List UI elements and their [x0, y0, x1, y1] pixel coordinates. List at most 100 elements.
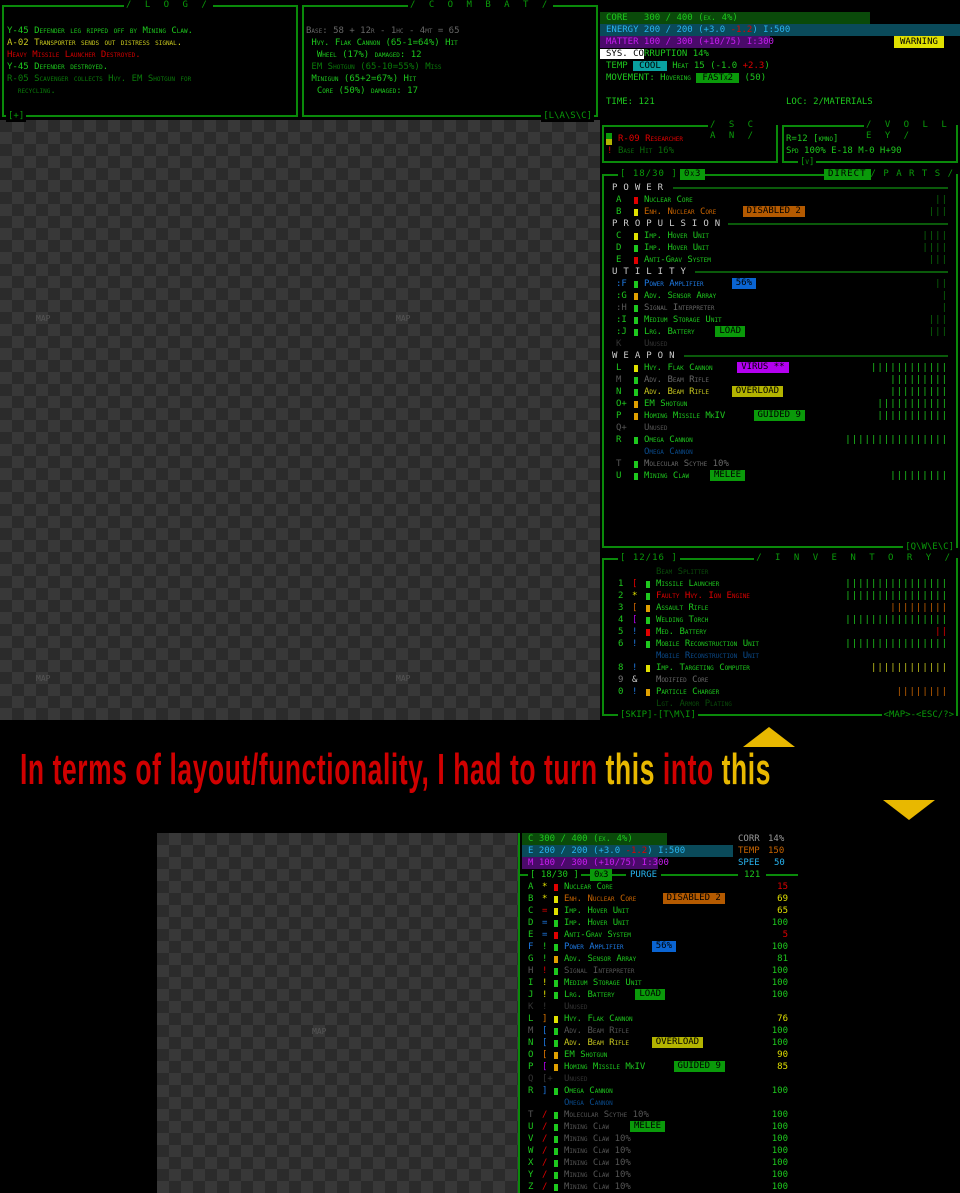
time-readout: TIME: 121 [606, 97, 655, 107]
list-item[interactable]: P [Homing Missile MkIV GUIDED 9 85 [520, 1061, 800, 1073]
list-item[interactable]: Q [+ Unused [520, 1073, 800, 1085]
item-name: Adv. Sensor Array [644, 291, 717, 301]
list-item[interactable]: N [Adv. Beam Rifle OVERLOAD 100 [520, 1037, 800, 1049]
type-symbol-icon: [ [542, 1038, 548, 1048]
list-item[interactable]: M [Adv. Beam Rifle 100 [520, 1025, 800, 1037]
purge-button[interactable]: PURGE [626, 869, 662, 881]
list-item[interactable]: I! Medium Storage Unit 100 [520, 977, 800, 989]
inventory-skip-buttons[interactable]: [SKIP]-[T\M\I] [618, 710, 698, 721]
list-item[interactable]: :I Medium Storage Unit ||| [604, 314, 956, 326]
list-item[interactable]: Omega Cannon [604, 446, 956, 458]
volley-range: R=12 [kmno] [786, 134, 839, 144]
map-view[interactable]: MAP MAP MAP MAP [0, 120, 600, 720]
list-item[interactable]: J! Lrg. Battery LOAD 100 [520, 989, 800, 1001]
list-item[interactable]: Z / Mining Claw 10% 100 [520, 1181, 800, 1193]
list-item[interactable]: 3 [Assault Rifle ||||||||| [604, 602, 956, 614]
integrity-value: 100 [771, 1134, 788, 1144]
list-item[interactable]: T / Molecular Scythe 10% 100 [520, 1109, 800, 1121]
integrity-value: 100 [771, 1158, 788, 1168]
list-item[interactable]: T Molecular Scythe 10% [604, 458, 956, 470]
item-name: Mining Claw 10% [564, 1170, 631, 1180]
map-label: MAP [36, 314, 51, 323]
list-item[interactable]: M Adv. Beam Rifle ||||||||| [604, 374, 956, 386]
list-item[interactable]: 1 [Missile Launcher |||||||||||||||| [604, 578, 956, 590]
parts-mode-button[interactable]: 0x3 [680, 169, 706, 180]
list-item[interactable]: O [EM Shotgun 90 [520, 1049, 800, 1061]
volley-toggle-button[interactable]: [v] [798, 157, 817, 168]
item-name: Adv. Beam Rifle [564, 1038, 630, 1048]
compact-map-view[interactable]: MAP [157, 833, 518, 1193]
slot-key: :I [616, 315, 627, 325]
list-item[interactable]: B * Enh. Nuclear Core DISABLED 2 69 [520, 893, 800, 905]
section-header: POWER [604, 182, 956, 194]
list-item[interactable]: R Omega Cannon |||||||||||||||| [604, 434, 956, 446]
list-item[interactable]: B Enh. Nuclear Core DISABLED 2 ||| [604, 206, 956, 218]
list-item[interactable]: W / Mining Claw 10% 100 [520, 1145, 800, 1157]
slot-key: D [616, 243, 622, 253]
scan-target[interactable]: R-09 Researcher [618, 133, 683, 145]
list-item[interactable]: Q+ Unused [604, 422, 956, 434]
map-label: MAP [396, 314, 411, 323]
list-item[interactable]: 8! Imp. Targeting Computer |||||||||||| [604, 662, 956, 674]
list-item[interactable]: L Hvy. Flak Cannon VIRUS ** |||||||||||| [604, 362, 956, 374]
list-item[interactable]: 4 [Welding Torch |||||||||||||||| [604, 614, 956, 626]
status-tag: OVERLOAD [651, 1037, 704, 1048]
slot-key: M [528, 1026, 534, 1036]
list-item[interactable]: 0! Particle Charger |||||||| [604, 686, 956, 698]
list-item[interactable]: V / Mining Claw 10% 100 [520, 1133, 800, 1145]
list-item[interactable]: 9 & Modified Core [604, 674, 956, 686]
list-item[interactable]: L] Hvy. Flak Cannon 76 [520, 1013, 800, 1025]
list-item[interactable]: D = Imp. Hover Unit 100 [520, 917, 800, 929]
list-item[interactable]: Mobile Reconstruction Unit [604, 650, 956, 662]
list-item[interactable]: C = Imp. Hover Unit 65 [520, 905, 800, 917]
list-item[interactable]: H! Signal Interpreter 100 [520, 965, 800, 977]
direct-button[interactable]: DIRECT [824, 169, 871, 180]
list-item[interactable]: E = Anti-Grav System 5 [520, 929, 800, 941]
log-expand-button[interactable]: [+] [6, 111, 27, 122]
list-item[interactable]: U / Mining Claw MELEE 100 [520, 1121, 800, 1133]
list-item[interactable]: Y / Mining Claw 10% 100 [520, 1169, 800, 1181]
map-esc-buttons[interactable]: <MAP>-<ESC/?> [881, 710, 956, 721]
list-item[interactable]: :F Power Amplifier 56% || [604, 278, 956, 290]
slot-key: P [616, 411, 622, 421]
integrity-marker-icon [554, 920, 558, 927]
list-item[interactable]: 5! Med. Battery || [604, 626, 956, 638]
speed-badge: FASTx2 [696, 73, 740, 83]
inventory-count: [ 12/16 ] [618, 553, 680, 564]
list-item[interactable]: 2 * Faulty Hvy. Ion Engine |||||||||||||||| [604, 590, 956, 602]
integrity-marker-icon [634, 257, 638, 264]
compact-mode-button[interactable]: 0x3 [590, 869, 613, 881]
list-item[interactable]: :G Adv. Sensor Array | [604, 290, 956, 302]
list-item[interactable]: Beam Splitter [604, 566, 956, 578]
list-item[interactable]: F! Power Amplifier 56% 100 [520, 941, 800, 953]
integrity-marker-icon [646, 665, 650, 672]
parts-view-buttons[interactable]: [Q\W\E\C] [903, 542, 956, 553]
list-item[interactable]: N Adv. Beam Rifle OVERLOAD ||||||||| [604, 386, 956, 398]
list-item[interactable]: 6! Mobile Reconstruction Unit ||||||||||||… [604, 638, 956, 650]
list-item[interactable]: G! Adv. Sensor Array 81 [520, 953, 800, 965]
list-item[interactable]: Lgt. Armor Plating [604, 698, 956, 710]
integrity-marker-icon [554, 956, 558, 963]
slot-key: X [528, 1158, 534, 1168]
corruption-text: RRUPTION 14% [643, 49, 709, 59]
item-name: Signal Interpreter [644, 303, 715, 313]
integrity-marker-icon [554, 1028, 558, 1035]
list-item[interactable]: E Anti-Grav System ||| [604, 254, 956, 266]
list-item[interactable]: A * Nuclear Core 15 [520, 881, 800, 893]
list-item[interactable]: C Imp. Hover Unit |||| [604, 230, 956, 242]
list-item[interactable]: :J Lrg. Battery LOAD ||| [604, 326, 956, 338]
combat-filter-buttons[interactable]: [L\A\S\C] [541, 111, 594, 122]
list-item[interactable]: Omega Cannon [520, 1097, 800, 1109]
list-item[interactable]: K Unused [604, 338, 956, 350]
list-item[interactable]: X / Mining Claw 10% 100 [520, 1157, 800, 1169]
list-item[interactable]: O+ EM Shotgun ||||||||||| [604, 398, 956, 410]
list-item[interactable]: :H Signal Interpreter | [604, 302, 956, 314]
integrity-bars: ||| [928, 255, 948, 265]
list-item[interactable]: D Imp. Hover Unit |||| [604, 242, 956, 254]
list-item[interactable]: P Homing Missile MkIV GUIDED 9 ||||||||||| [604, 410, 956, 422]
list-item[interactable]: A Nuclear Core || [604, 194, 956, 206]
list-item[interactable]: U Mining Claw MELEE ||||||||| [604, 470, 956, 482]
status-tag: DISABLED 2 [662, 893, 725, 904]
list-item[interactable]: K! Unused [520, 1001, 800, 1013]
list-item[interactable]: R] Omega Cannon 100 [520, 1085, 800, 1097]
